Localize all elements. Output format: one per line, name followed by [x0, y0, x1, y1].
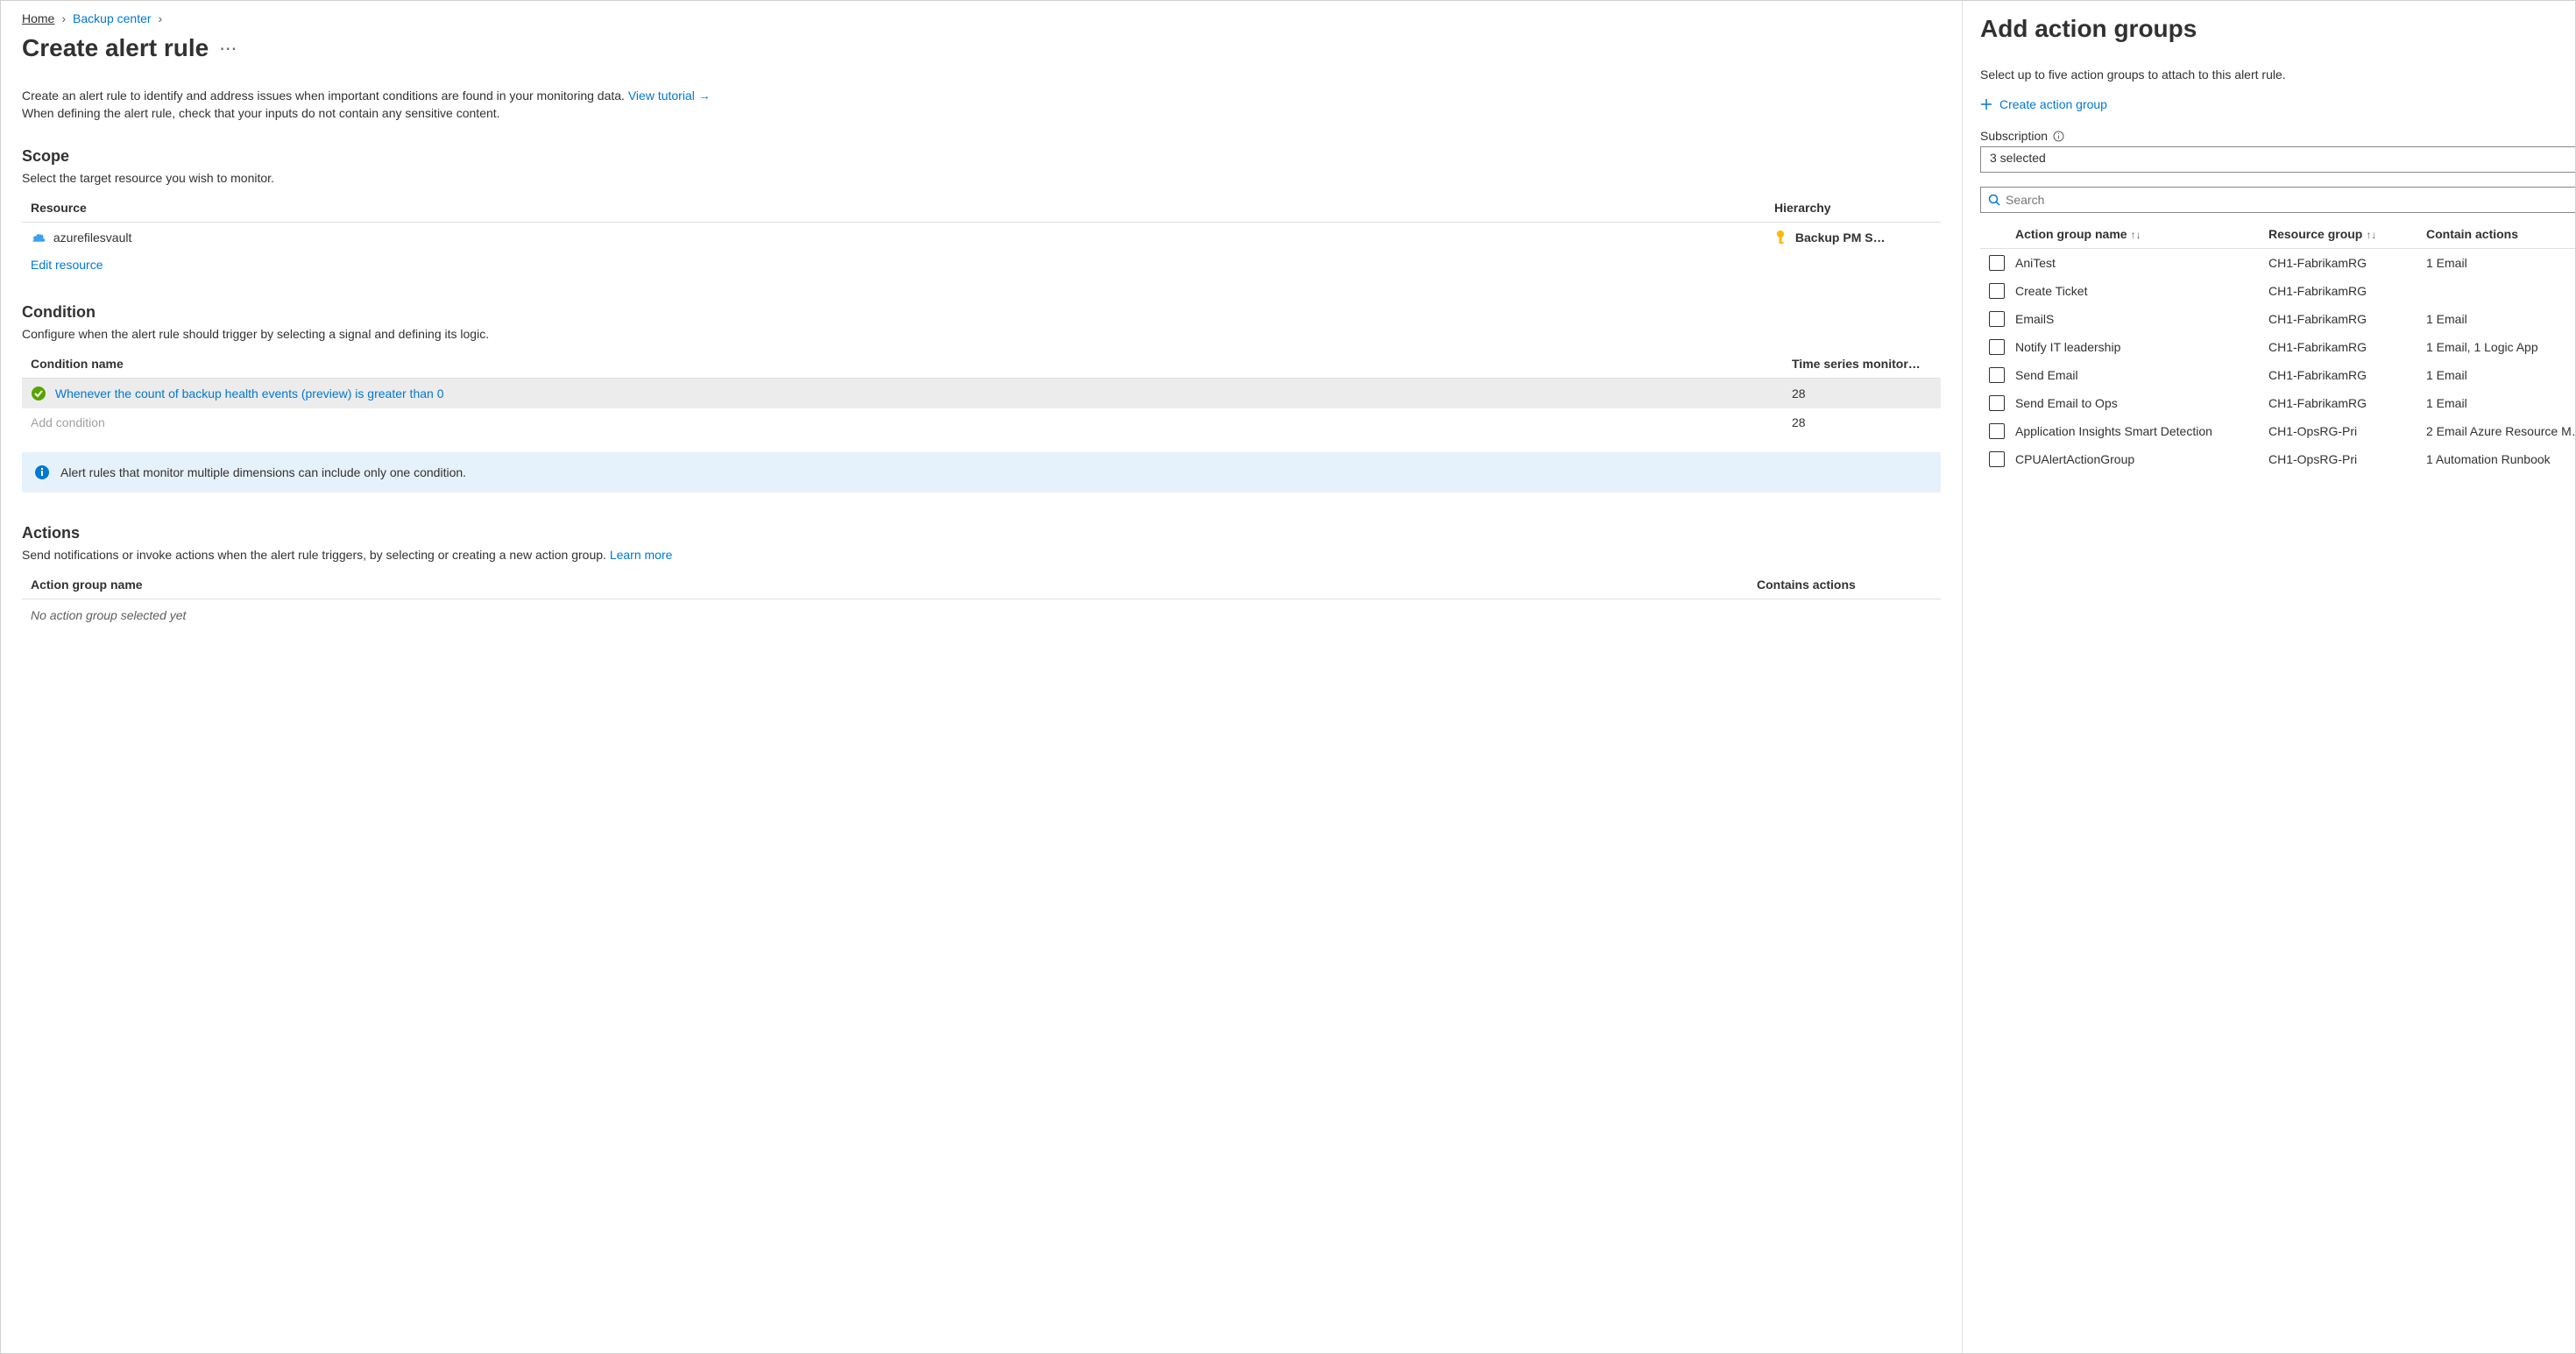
ag-row-rg: CH1-OpsRG-Pri — [2268, 452, 2426, 466]
ag-row-rg: CH1-OpsRG-Pri — [2268, 424, 2426, 438]
ag-col-actions[interactable]: Contain actions — [2426, 227, 2575, 241]
condition-ts-value: 28 — [1783, 378, 1941, 408]
ag-row-checkbox[interactable] — [1989, 311, 2005, 327]
search-icon — [1988, 194, 2000, 206]
info-banner: Alert rules that monitor multiple dimens… — [22, 452, 1941, 493]
ag-row-checkbox[interactable] — [1989, 395, 2005, 411]
check-circle-icon — [31, 386, 46, 401]
ag-row-name: Send Email — [2015, 368, 2268, 382]
ag-row[interactable]: Notify IT leadershipCH1-FabrikamRG1 Emai… — [1980, 333, 2575, 361]
ag-row-name: CPUAlertActionGroup — [2015, 452, 2268, 466]
ag-row-name: Create Ticket — [2015, 284, 2268, 298]
condition-col-timeseries: Time series monitor… — [1783, 350, 1941, 379]
vault-icon — [31, 232, 46, 245]
condition-heading: Condition — [22, 303, 1941, 322]
edit-resource-link[interactable]: Edit resource — [22, 252, 111, 272]
breadcrumb-home[interactable]: Home — [22, 11, 54, 25]
ag-row-rg: CH1-FabrikamRG — [2268, 256, 2426, 270]
actions-col-name: Action group name — [22, 571, 1748, 599]
info-icon[interactable] — [2053, 131, 2064, 142]
panel-desc: Select up to five action groups to attac… — [1980, 67, 2575, 82]
add-condition-row[interactable]: Add condition 28 — [22, 408, 1941, 436]
ag-row[interactable]: EmailSCH1-FabrikamRG1 Email — [1980, 305, 2575, 333]
ag-row[interactable]: AniTestCH1-FabrikamRG1 Email — [1980, 249, 2575, 277]
scope-resource-name: azurefilesvault — [53, 230, 132, 245]
ag-row[interactable]: Application Insights Smart DetectionCH1-… — [1980, 417, 2575, 445]
ag-row[interactable]: Send EmailCH1-FabrikamRG1 Email — [1980, 361, 2575, 389]
ag-row-checkbox[interactable] — [1989, 255, 2005, 271]
ag-row-rg: CH1-FabrikamRG — [2268, 284, 2426, 298]
ag-row[interactable]: Send Email to OpsCH1-FabrikamRG1 Email — [1980, 389, 2575, 417]
scope-heading: Scope — [22, 147, 1941, 166]
plus-icon — [1980, 98, 1992, 110]
ag-row-actions: 1 Email — [2426, 368, 2575, 382]
ag-row-actions: 1 Email — [2426, 396, 2575, 410]
more-options-button[interactable]: ⋯ — [219, 38, 237, 60]
ag-row-name: Send Email to Ops — [2015, 396, 2268, 410]
sort-icon: ↑↓ — [2366, 229, 2376, 241]
ag-col-rg[interactable]: Resource group↑↓ — [2268, 227, 2426, 241]
scope-desc: Select the target resource you wish to m… — [22, 171, 1941, 185]
ag-row-checkbox[interactable] — [1989, 367, 2005, 383]
no-action-group-text: No action group selected yet — [22, 599, 1941, 631]
condition-name-link[interactable]: Whenever the count of backup health even… — [55, 386, 444, 401]
search-input[interactable] — [2006, 193, 2568, 207]
ag-row-actions: 1 Automation Runbook — [2426, 452, 2575, 466]
search-box[interactable] — [1980, 187, 2575, 213]
scope-hierarchy-value: Backup PM S… — [1795, 230, 1886, 245]
ag-row-name: Notify IT leadership — [2015, 340, 2268, 354]
ag-row-rg: CH1-FabrikamRG — [2268, 396, 2426, 410]
info-banner-text: Alert rules that monitor multiple dimens… — [60, 465, 466, 479]
ag-row-checkbox[interactable] — [1989, 339, 2005, 355]
ag-row-actions: 2 Email Azure Resource M… — [2426, 424, 2575, 438]
condition-col-name: Condition name — [22, 350, 1783, 379]
ag-row-actions: 1 Email, 1 Logic App — [2426, 340, 2575, 354]
intro-text: Create an alert rule to identify and add… — [22, 87, 1941, 123]
chevron-right-icon: › — [159, 11, 163, 25]
ag-row-checkbox[interactable] — [1989, 451, 2005, 467]
ag-row-actions: 1 Email — [2426, 256, 2575, 270]
panel-title: Add action groups — [1980, 15, 2575, 43]
ag-row-name: AniTest — [2015, 256, 2268, 270]
ag-row-checkbox[interactable] — [1989, 423, 2005, 439]
chevron-right-icon: › — [61, 11, 66, 25]
ag-row-rg: CH1-FabrikamRG — [2268, 340, 2426, 354]
ag-row-checkbox[interactable] — [1989, 283, 2005, 299]
ag-row-rg: CH1-FabrikamRG — [2268, 312, 2426, 326]
create-action-group-link[interactable]: Create action group — [1980, 97, 2107, 111]
actions-col-contains: Contains actions — [1748, 571, 1941, 599]
ag-row-rg: CH1-FabrikamRG — [2268, 368, 2426, 382]
ag-row-actions: 1 Email — [2426, 312, 2575, 326]
scope-row[interactable]: azurefilesvault Backup PM S… — [22, 222, 1941, 252]
info-icon — [34, 464, 50, 480]
page-title: Create alert rule — [22, 34, 209, 62]
learn-more-link[interactable]: Learn more — [610, 548, 673, 562]
actions-heading: Actions — [22, 524, 1941, 542]
view-tutorial-link[interactable]: View tutorial → — [628, 89, 711, 103]
subscription-label: Subscription — [1980, 129, 2575, 143]
condition-row[interactable]: Whenever the count of backup health even… — [22, 378, 1941, 408]
key-icon — [1774, 230, 1787, 245]
breadcrumb: Home › Backup center › — [22, 11, 1941, 25]
subscription-select[interactable]: 3 selected — [1980, 146, 2575, 173]
condition-desc: Configure when the alert rule should tri… — [22, 327, 1941, 341]
ag-row-name: EmailS — [2015, 312, 2268, 326]
ag-row[interactable]: CPUAlertActionGroupCH1-OpsRG-Pri1 Automa… — [1980, 445, 2575, 473]
actions-desc: Send notifications or invoke actions whe… — [22, 548, 1941, 562]
breadcrumb-backup-center[interactable]: Backup center — [73, 11, 152, 25]
add-action-groups-panel: Add action groups Select up to five acti… — [1962, 1, 2575, 1353]
scope-col-resource: Resource — [22, 194, 1766, 223]
sort-icon: ↑↓ — [2131, 229, 2141, 241]
ag-row-name: Application Insights Smart Detection — [2015, 424, 2268, 438]
ag-col-name[interactable]: Action group name↑↓ — [2015, 227, 2268, 241]
scope-col-hierarchy: Hierarchy — [1766, 194, 1941, 223]
ag-row[interactable]: Create TicketCH1-FabrikamRG — [1980, 277, 2575, 305]
